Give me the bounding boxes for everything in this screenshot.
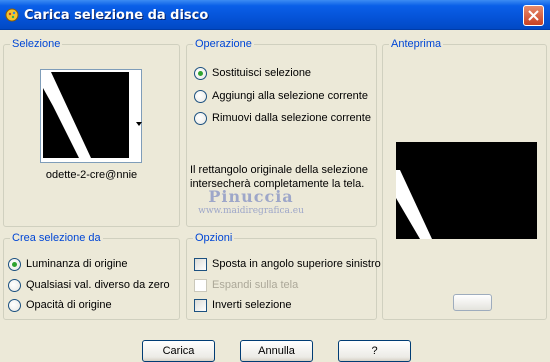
radio-label: Sostituisci selezione [212, 67, 312, 79]
watermark-title: Pinuccia [208, 187, 294, 206]
radio-button[interactable] [194, 90, 207, 103]
opzioni-group-label: Opzioni [193, 232, 235, 244]
selezione-group-label: Selezione [10, 38, 63, 50]
preview-zoom-button[interactable] [453, 294, 492, 311]
radio-label: Qualsiasi val. diverso da zero [26, 279, 170, 291]
radio-label: Aggiungi alla selezione corrente [212, 90, 368, 102]
crea-selezione-group-label: Crea selezione da [10, 232, 103, 244]
checkbox-label: Sposta in angolo superiore sinistro [212, 258, 381, 270]
selezione-group: Selezione odette-2-cre@nnie [3, 38, 180, 227]
selection-picker[interactable] [40, 69, 142, 163]
radio-button[interactable] [194, 67, 207, 80]
operazione-group-label: Operazione [193, 38, 254, 50]
radio-button[interactable] [8, 299, 21, 312]
title-bar: Carica selezione da disco [0, 0, 550, 30]
chevron-down-icon[interactable] [136, 116, 142, 129]
radio-label: Luminanza di origine [26, 258, 128, 270]
carica-button[interactable]: Carica [142, 340, 215, 362]
checkbox[interactable] [194, 299, 207, 312]
paint-shop-pro-icon [4, 7, 20, 23]
radio-label: Rimuovi dalla selezione corrente [212, 112, 371, 124]
window-title: Carica selezione da disco [24, 8, 209, 23]
checkbox [194, 279, 207, 292]
anteprima-group-label: Anteprima [389, 38, 444, 50]
close-icon [528, 10, 539, 21]
annulla-button[interactable]: Annulla [240, 340, 313, 362]
checkbox-label: Inverti selezione [212, 299, 292, 311]
watermark: Pinuccia www.maidiregrafica.eu [186, 188, 316, 217]
preview-canvas [396, 142, 537, 239]
checkbox[interactable] [194, 258, 207, 271]
checkbox-label: Espandi sulla tela [212, 279, 299, 291]
watermark-url: www.maidiregrafica.eu [198, 206, 304, 216]
radio-button[interactable] [8, 279, 21, 292]
selection-thumbnail [43, 72, 129, 158]
radio-button[interactable] [8, 258, 21, 271]
selection-file-name: odette-2-cre@nnie [45, 169, 138, 181]
radio-button[interactable] [194, 112, 207, 125]
radio-label: Opacità di origine [26, 299, 112, 311]
help-button[interactable]: ? [338, 340, 411, 362]
close-button[interactable] [523, 5, 544, 26]
